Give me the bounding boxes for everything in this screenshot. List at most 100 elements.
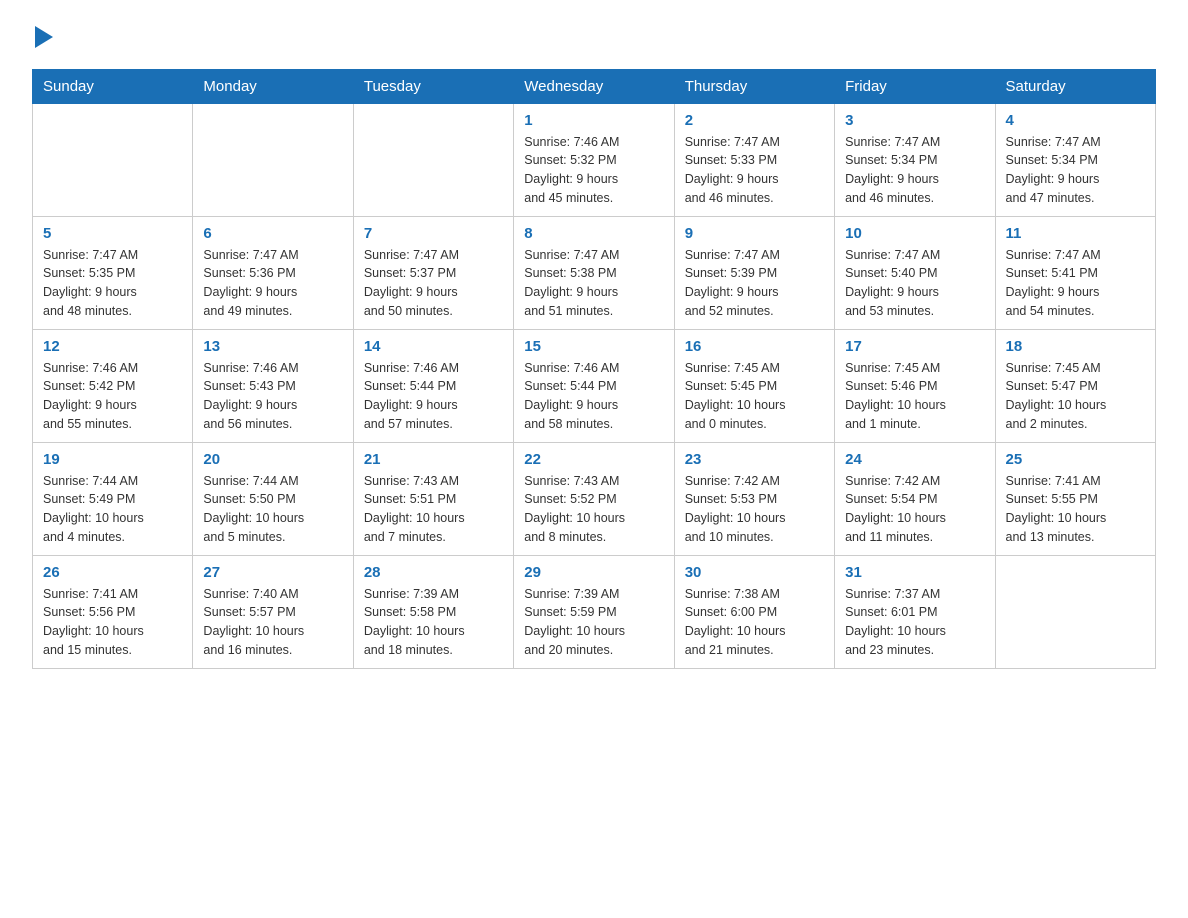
day-info: Sunrise: 7:47 AM Sunset: 5:37 PM Dayligh… <box>364 246 503 321</box>
day-info: Sunrise: 7:47 AM Sunset: 5:35 PM Dayligh… <box>43 246 182 321</box>
day-info: Sunrise: 7:45 AM Sunset: 5:46 PM Dayligh… <box>845 359 984 434</box>
day-info: Sunrise: 7:46 AM Sunset: 5:44 PM Dayligh… <box>524 359 663 434</box>
day-number: 30 <box>685 564 824 581</box>
day-number: 15 <box>524 338 663 355</box>
day-info: Sunrise: 7:39 AM Sunset: 5:58 PM Dayligh… <box>364 585 503 660</box>
day-number: 8 <box>524 225 663 242</box>
day-number: 14 <box>364 338 503 355</box>
calendar-day-cell: 22Sunrise: 7:43 AM Sunset: 5:52 PM Dayli… <box>514 442 674 555</box>
calendar-day-cell: 20 Sunrise: 7:44 AM Sunset: 5:50 PM Dayli… <box>193 442 353 555</box>
calendar-day-cell: 28 Sunrise: 7:39 AM Sunset: 5:58 PM Dayli… <box>353 555 513 668</box>
day-info: Sunrise: 7:47 AM Sunset: 5:34 PM Dayligh… <box>845 133 984 208</box>
weekday-header: Saturday <box>995 69 1155 103</box>
calendar-day-cell: 10 Sunrise: 7:47 AM Sunset: 5:40 PM Dayli… <box>835 216 995 329</box>
day-info: Sunrise: 7:46 AM Sunset: 5:44 PM Dayligh… <box>364 359 503 434</box>
day-number: 16 <box>685 338 824 355</box>
day-info: Sunrise: 7:43 AM Sunset: 5:51 PM Dayligh… <box>364 472 503 547</box>
day-number: 7 <box>364 225 503 242</box>
calendar-day-cell: 11 Sunrise: 7:47 AM Sunset: 5:41 PM Dayli… <box>995 216 1155 329</box>
logo-triangle-icon <box>35 26 53 48</box>
day-info: Sunrise: 7:41 AM Sunset: 5:56 PM Dayligh… <box>43 585 182 660</box>
day-number: 3 <box>845 112 984 129</box>
calendar-day-cell: 31 Sunrise: 7:37 AM Sunset: 6:01 PM Dayli… <box>835 555 995 668</box>
weekday-header: Sunday <box>33 69 193 103</box>
calendar-day-cell: 27 Sunrise: 7:40 AM Sunset: 5:57 PM Dayli… <box>193 555 353 668</box>
day-info: Sunrise: 7:40 AM Sunset: 5:57 PM Dayligh… <box>203 585 342 660</box>
day-number: 18 <box>1006 338 1145 355</box>
day-info: Sunrise: 7:47 AM Sunset: 5:34 PM Dayligh… <box>1006 133 1145 208</box>
calendar-day-cell: 21 Sunrise: 7:43 AM Sunset: 5:51 PM Dayli… <box>353 442 513 555</box>
calendar-day-cell: 9Sunrise: 7:47 AM Sunset: 5:39 PM Daylig… <box>674 216 834 329</box>
day-info: Sunrise: 7:44 AM Sunset: 5:49 PM Dayligh… <box>43 472 182 547</box>
calendar-day-cell <box>995 555 1155 668</box>
day-number: 1 <box>524 112 663 129</box>
day-number: 11 <box>1006 225 1145 242</box>
day-number: 25 <box>1006 451 1145 468</box>
calendar-day-cell <box>193 103 353 216</box>
calendar-week-row: 5 Sunrise: 7:47 AM Sunset: 5:35 PM Daylig… <box>33 216 1156 329</box>
day-number: 10 <box>845 225 984 242</box>
calendar-day-cell: 24 Sunrise: 7:42 AM Sunset: 5:54 PM Dayli… <box>835 442 995 555</box>
calendar-week-row: 26 Sunrise: 7:41 AM Sunset: 5:56 PM Dayli… <box>33 555 1156 668</box>
calendar-day-cell: 6 Sunrise: 7:47 AM Sunset: 5:36 PM Daylig… <box>193 216 353 329</box>
day-info: Sunrise: 7:47 AM Sunset: 5:39 PM Dayligh… <box>685 246 824 321</box>
day-number: 28 <box>364 564 503 581</box>
day-info: Sunrise: 7:47 AM Sunset: 5:33 PM Dayligh… <box>685 133 824 208</box>
day-number: 2 <box>685 112 824 129</box>
day-info: Sunrise: 7:45 AM Sunset: 5:45 PM Dayligh… <box>685 359 824 434</box>
calendar-day-cell: 25 Sunrise: 7:41 AM Sunset: 5:55 PM Dayli… <box>995 442 1155 555</box>
day-number: 21 <box>364 451 503 468</box>
calendar-table: SundayMondayTuesdayWednesdayThursdayFrid… <box>32 69 1156 669</box>
day-number: 22 <box>524 451 663 468</box>
day-number: 29 <box>524 564 663 581</box>
day-number: 23 <box>685 451 824 468</box>
day-info: Sunrise: 7:44 AM Sunset: 5:50 PM Dayligh… <box>203 472 342 547</box>
day-info: Sunrise: 7:47 AM Sunset: 5:41 PM Dayligh… <box>1006 246 1145 321</box>
calendar-day-cell: 23Sunrise: 7:42 AM Sunset: 5:53 PM Dayli… <box>674 442 834 555</box>
calendar-day-cell: 14 Sunrise: 7:46 AM Sunset: 5:44 PM Dayli… <box>353 329 513 442</box>
calendar-day-cell: 12 Sunrise: 7:46 AM Sunset: 5:42 PM Dayli… <box>33 329 193 442</box>
day-number: 6 <box>203 225 342 242</box>
day-info: Sunrise: 7:46 AM Sunset: 5:42 PM Dayligh… <box>43 359 182 434</box>
day-number: 12 <box>43 338 182 355</box>
day-info: Sunrise: 7:47 AM Sunset: 5:36 PM Dayligh… <box>203 246 342 321</box>
calendar-week-row: 19 Sunrise: 7:44 AM Sunset: 5:49 PM Dayli… <box>33 442 1156 555</box>
calendar-day-cell: 29 Sunrise: 7:39 AM Sunset: 5:59 PM Dayli… <box>514 555 674 668</box>
day-info: Sunrise: 7:41 AM Sunset: 5:55 PM Dayligh… <box>1006 472 1145 547</box>
calendar-day-cell: 8 Sunrise: 7:47 AM Sunset: 5:38 PM Daylig… <box>514 216 674 329</box>
day-number: 5 <box>43 225 182 242</box>
day-info: Sunrise: 7:46 AM Sunset: 5:43 PM Dayligh… <box>203 359 342 434</box>
day-info: Sunrise: 7:37 AM Sunset: 6:01 PM Dayligh… <box>845 585 984 660</box>
day-info: Sunrise: 7:42 AM Sunset: 5:54 PM Dayligh… <box>845 472 984 547</box>
logo <box>32 24 53 53</box>
day-number: 20 <box>203 451 342 468</box>
calendar-day-cell: 15 Sunrise: 7:46 AM Sunset: 5:44 PM Dayli… <box>514 329 674 442</box>
calendar-day-cell <box>353 103 513 216</box>
calendar-day-cell: 17 Sunrise: 7:45 AM Sunset: 5:46 PM Dayli… <box>835 329 995 442</box>
page-header <box>32 24 1156 53</box>
day-number: 26 <box>43 564 182 581</box>
day-info: Sunrise: 7:39 AM Sunset: 5:59 PM Dayligh… <box>524 585 663 660</box>
calendar-day-cell: 18 Sunrise: 7:45 AM Sunset: 5:47 PM Dayli… <box>995 329 1155 442</box>
day-number: 13 <box>203 338 342 355</box>
calendar-week-row: 12 Sunrise: 7:46 AM Sunset: 5:42 PM Dayli… <box>33 329 1156 442</box>
day-number: 31 <box>845 564 984 581</box>
day-number: 19 <box>43 451 182 468</box>
calendar-day-cell: 5 Sunrise: 7:47 AM Sunset: 5:35 PM Daylig… <box>33 216 193 329</box>
day-info: Sunrise: 7:45 AM Sunset: 5:47 PM Dayligh… <box>1006 359 1145 434</box>
weekday-header: Monday <box>193 69 353 103</box>
day-number: 27 <box>203 564 342 581</box>
day-info: Sunrise: 7:38 AM Sunset: 6:00 PM Dayligh… <box>685 585 824 660</box>
calendar-day-cell: 3 Sunrise: 7:47 AM Sunset: 5:34 PM Daylig… <box>835 103 995 216</box>
weekday-header: Thursday <box>674 69 834 103</box>
day-info: Sunrise: 7:47 AM Sunset: 5:40 PM Dayligh… <box>845 246 984 321</box>
calendar-day-cell: 19 Sunrise: 7:44 AM Sunset: 5:49 PM Dayli… <box>33 442 193 555</box>
calendar-day-cell: 16 Sunrise: 7:45 AM Sunset: 5:45 PM Dayli… <box>674 329 834 442</box>
calendar-day-cell: 13 Sunrise: 7:46 AM Sunset: 5:43 PM Dayli… <box>193 329 353 442</box>
day-number: 17 <box>845 338 984 355</box>
day-info: Sunrise: 7:47 AM Sunset: 5:38 PM Dayligh… <box>524 246 663 321</box>
calendar-day-cell: 4Sunrise: 7:47 AM Sunset: 5:34 PM Daylig… <box>995 103 1155 216</box>
calendar-day-cell <box>33 103 193 216</box>
calendar-day-cell: 7 Sunrise: 7:47 AM Sunset: 5:37 PM Daylig… <box>353 216 513 329</box>
day-number: 24 <box>845 451 984 468</box>
